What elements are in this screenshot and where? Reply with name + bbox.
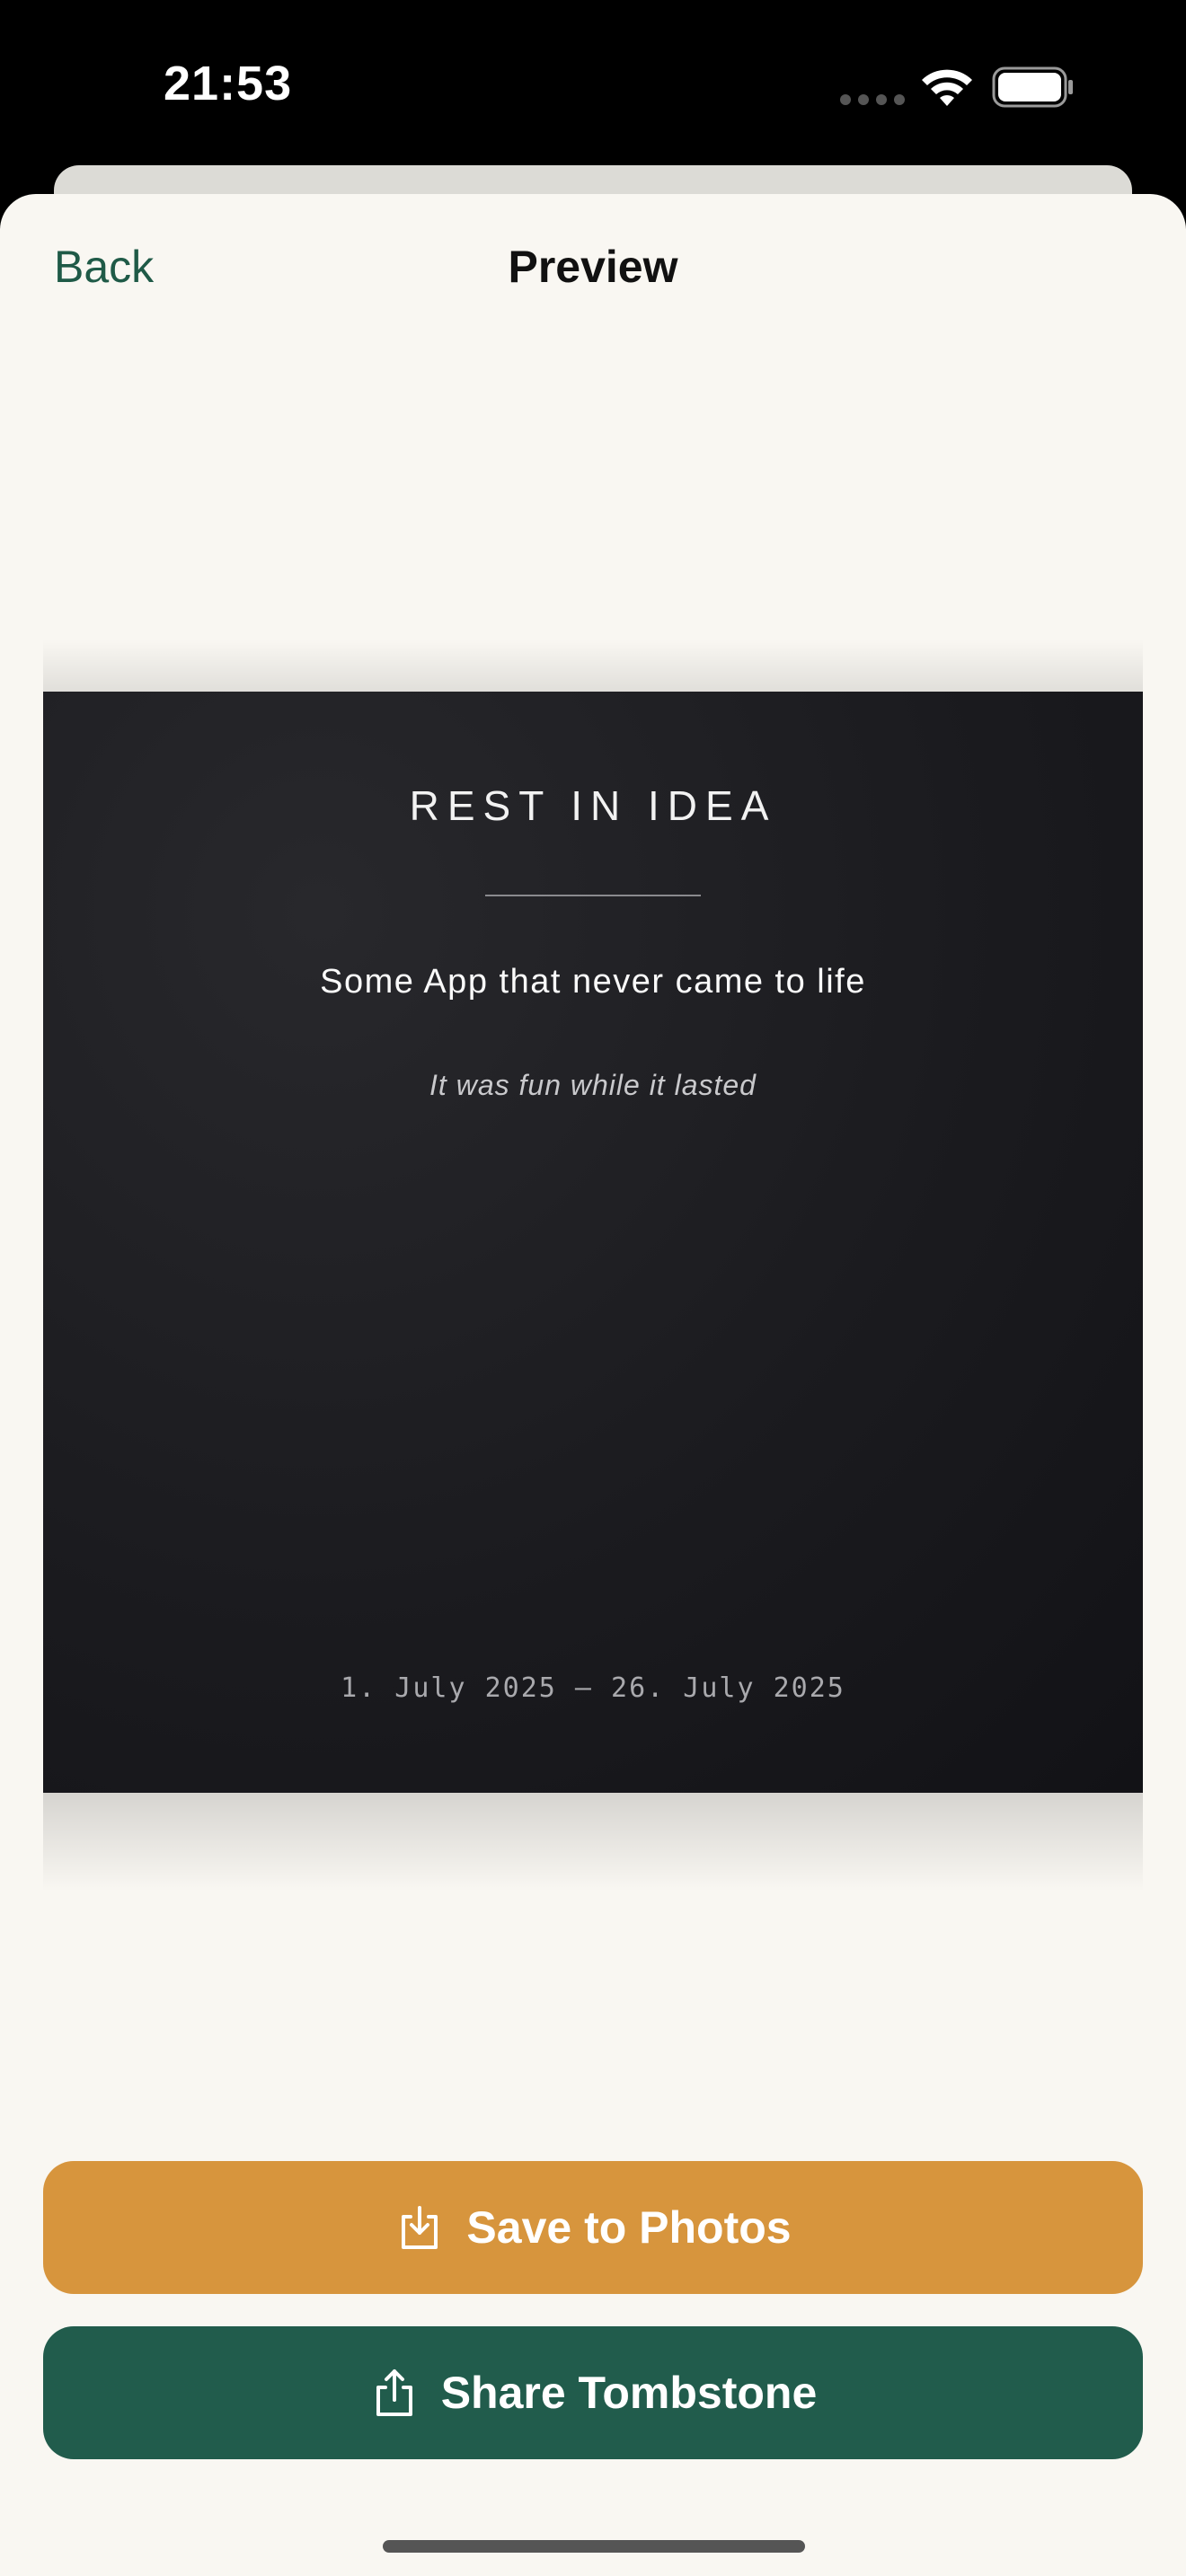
tombstone-dates: 1. July 2025 — 26. July 2025 — [341, 1672, 845, 1704]
tombstone-heading: REST IN IDEA — [409, 782, 777, 829]
share-tombstone-button[interactable]: Share Tombstone — [43, 2326, 1143, 2459]
tombstone-epitaph: It was fun while it lasted — [429, 1069, 757, 1101]
save-to-photos-label: Save to Photos — [466, 2202, 792, 2253]
share-icon — [369, 2368, 420, 2418]
share-tombstone-label: Share Tombstone — [440, 2368, 818, 2418]
battery-icon — [992, 66, 1075, 112]
page-title: Preview — [508, 242, 678, 292]
wifi-icon — [918, 65, 976, 112]
home-indicator[interactable] — [383, 2540, 805, 2553]
tombstone-divider — [485, 895, 701, 896]
tombstone-name: Some App that never came to life — [320, 963, 866, 1001]
save-to-photos-icon — [394, 2202, 445, 2253]
card-shadow — [43, 1793, 1143, 1892]
back-button[interactable]: Back — [54, 241, 154, 293]
cellular-signal-icon — [839, 93, 909, 110]
tombstone-card: REST IN IDEA Some App that never came to… — [43, 692, 1143, 1793]
status-bar: 21:53 — [0, 0, 1186, 171]
save-to-photos-button[interactable]: Save to Photos — [43, 2161, 1143, 2294]
card-shadow — [43, 640, 1143, 693]
status-time: 21:53 — [164, 57, 293, 110]
